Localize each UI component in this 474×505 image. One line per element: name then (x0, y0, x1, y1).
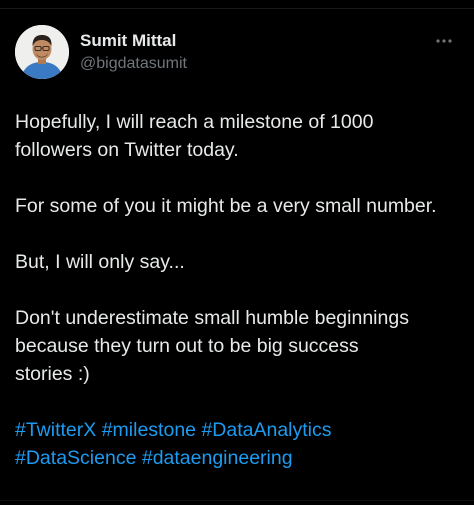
text-line: followers on Twitter today. (15, 139, 239, 161)
text-line: stories :) (15, 363, 90, 385)
tweet-header: Sumit Mittal @bigdatasumit (15, 25, 459, 81)
text-line: Don't underestimate small humble beginni… (15, 307, 409, 329)
profile-photo-avatar (15, 25, 69, 79)
more-options-button[interactable] (429, 33, 459, 49)
hashtag-list: #TwitterX #milestone #DataAnalytics #Dat… (15, 416, 463, 472)
paragraph: For some of you it might be a very small… (15, 192, 463, 220)
avatar[interactable] (15, 25, 69, 79)
hashtag-link[interactable]: #DataScience (15, 447, 136, 469)
hashtag-link[interactable]: #TwitterX (15, 419, 96, 441)
paragraph: Don't underestimate small humble beginni… (15, 304, 463, 388)
hashtag-link[interactable]: #dataengineering (142, 447, 293, 469)
display-name[interactable]: Sumit Mittal (80, 31, 187, 51)
top-divider (0, 8, 474, 9)
text-line: because they turn out to be big success (15, 335, 359, 357)
paragraph: But, I will only say... (15, 248, 463, 276)
text-line: For some of you it might be a very small… (15, 195, 437, 217)
tweet-text: Hopefully, I will reach a milestone of 1… (15, 108, 463, 472)
author-names: Sumit Mittal @bigdatasumit (80, 31, 187, 74)
hashtag-link[interactable]: #milestone (102, 419, 196, 441)
hashtag-link[interactable]: #DataAnalytics (201, 419, 331, 441)
paragraph: Hopefully, I will reach a milestone of 1… (15, 108, 463, 164)
handle[interactable]: @bigdatasumit (80, 54, 187, 74)
bottom-divider (0, 500, 474, 501)
text-line: Hopefully, I will reach a milestone of 1… (15, 111, 374, 133)
hashtag-line: #TwitterX #milestone #DataAnalytics (15, 416, 463, 444)
text-line: But, I will only say... (15, 251, 185, 273)
hashtag-line: #DataScience #dataengineering (15, 444, 463, 472)
more-dots-icon (436, 39, 452, 43)
